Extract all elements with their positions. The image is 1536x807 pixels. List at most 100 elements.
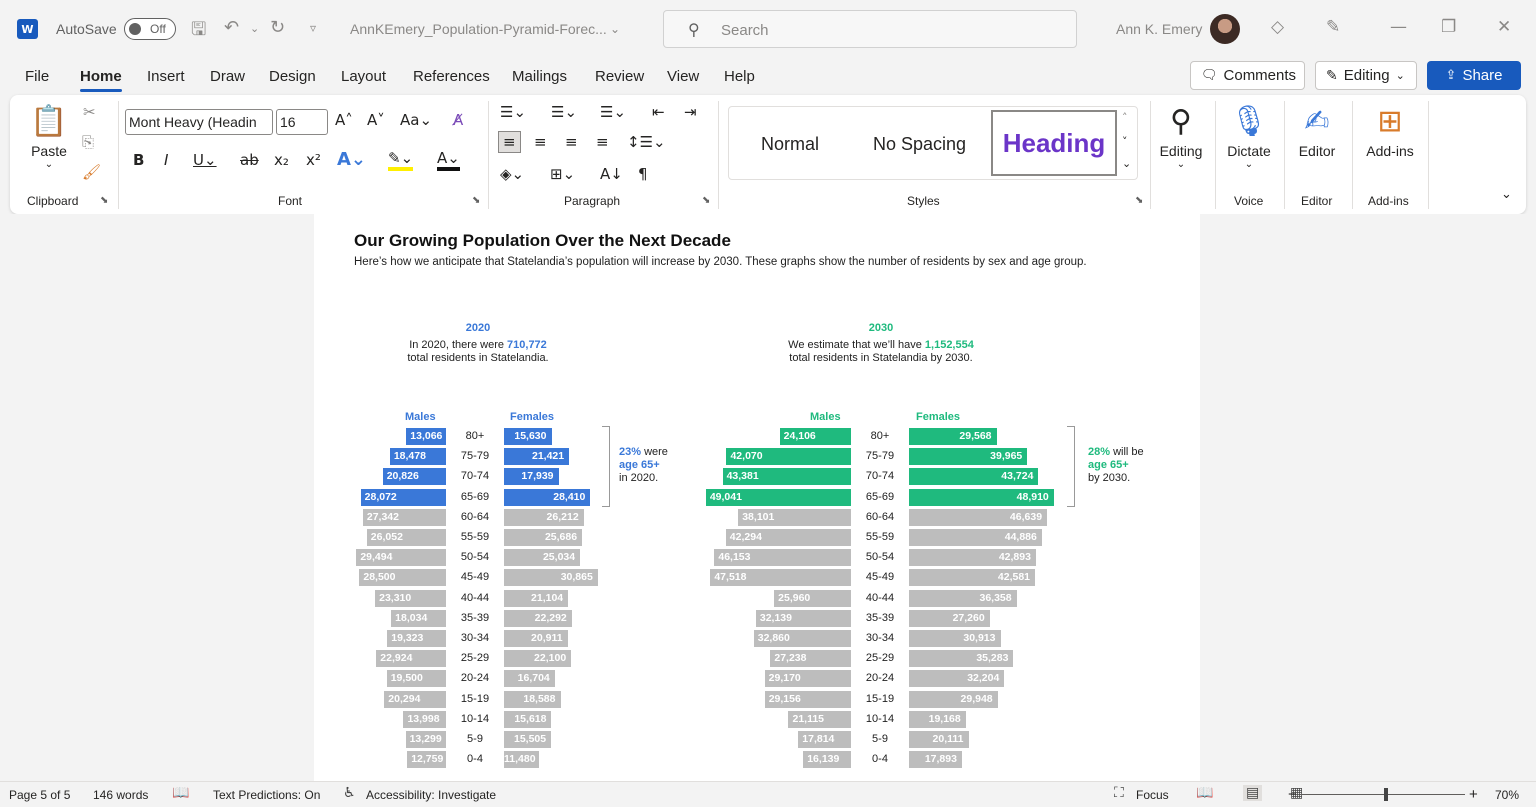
customize-toolbar-icon[interactable]: ▿ bbox=[310, 21, 316, 35]
align-right-icon[interactable]: ≡ bbox=[565, 133, 578, 151]
tab-draw[interactable]: Draw bbox=[210, 68, 245, 85]
underline-icon[interactable]: U⌄ bbox=[193, 151, 217, 169]
ribbon: 📋 Paste ⌄ ✂ ⎘ 🖌 Clipboard ⬊ Mont Heavy (… bbox=[10, 95, 1526, 214]
tab-design[interactable]: Design bbox=[269, 68, 316, 85]
zoom-slider-thumb[interactable] bbox=[1384, 788, 1388, 801]
text-effects-icon[interactable]: A⌄ bbox=[337, 149, 366, 170]
collapse-ribbon-icon[interactable]: ⌄ bbox=[1501, 187, 1512, 202]
clipboard-launcher-icon[interactable]: ⬊ bbox=[100, 195, 108, 206]
diamond-icon[interactable]: ◇ bbox=[1271, 17, 1284, 37]
styles-launcher-icon[interactable]: ⬊ bbox=[1135, 195, 1143, 206]
clear-formatting-icon[interactable]: A̸ bbox=[453, 111, 463, 129]
avatar[interactable] bbox=[1210, 14, 1240, 44]
print-layout-icon[interactable]: ▤ bbox=[1243, 785, 1263, 801]
align-center-icon[interactable]: ≡ bbox=[534, 133, 547, 151]
accessibility-status[interactable]: Accessibility: Investigate bbox=[366, 788, 496, 802]
read-mode-icon[interactable]: 📖 bbox=[1196, 785, 1213, 801]
undo-dropdown-icon[interactable]: ⌄ bbox=[250, 22, 259, 35]
justify-icon[interactable]: ≡ bbox=[596, 133, 609, 151]
editor-button[interactable]: ✍ Editor bbox=[1292, 101, 1342, 159]
comment-icon: 🗨 bbox=[1201, 68, 1218, 83]
bold-icon[interactable]: B bbox=[133, 151, 144, 169]
multilevel-list-icon[interactable]: ☰⌄ bbox=[600, 103, 626, 121]
group-addins: Add-ins bbox=[1368, 194, 1409, 208]
share-button[interactable]: ⇪ Share bbox=[1427, 61, 1521, 90]
tab-home[interactable]: Home bbox=[80, 68, 122, 92]
decrease-indent-icon[interactable]: ⇤ bbox=[652, 103, 665, 121]
pen-icon[interactable]: ✎ bbox=[1326, 17, 1340, 37]
increase-indent-icon[interactable]: ⇥ bbox=[684, 103, 697, 121]
cut-icon[interactable]: ✂ bbox=[83, 103, 96, 121]
style-heading[interactable]: Heading bbox=[991, 110, 1117, 176]
paragraph-launcher-icon[interactable]: ⬊ bbox=[702, 195, 710, 206]
subscript-icon[interactable]: x₂ bbox=[274, 151, 289, 169]
shading-icon[interactable]: ◈⌄ bbox=[500, 165, 524, 183]
align-left-icon[interactable]: ≡ bbox=[498, 131, 521, 153]
shrink-font-icon[interactable]: A˅ bbox=[367, 111, 385, 129]
minimize-icon[interactable]: — bbox=[1390, 17, 1407, 37]
proofing-book-icon[interactable]: 📖 bbox=[172, 785, 189, 801]
text-predictions[interactable]: Text Predictions: On bbox=[213, 788, 320, 802]
style-no-spacing[interactable]: No Spacing bbox=[873, 134, 966, 155]
undo-icon[interactable]: ↶ bbox=[224, 17, 239, 38]
user-name[interactable]: Ann K. Emery bbox=[1116, 21, 1202, 37]
male-bar-2030: 17,814 bbox=[798, 731, 851, 748]
zoom-out-icon[interactable]: − bbox=[1288, 786, 1297, 803]
zoom-level[interactable]: 70% bbox=[1495, 788, 1519, 802]
borders-icon[interactable]: ⊞⌄ bbox=[550, 165, 575, 183]
redo-icon[interactable]: ↻ bbox=[270, 17, 285, 38]
comments-button[interactable]: 🗨 Comments bbox=[1190, 61, 1305, 90]
tab-layout[interactable]: Layout bbox=[341, 68, 386, 85]
gallery-up-icon[interactable]: ˄ bbox=[1122, 111, 1128, 124]
bullets-icon[interactable]: ☰⌄ bbox=[500, 103, 526, 121]
paste-button[interactable]: 📋 Paste ⌄ bbox=[26, 101, 72, 170]
style-normal[interactable]: Normal bbox=[761, 134, 819, 155]
female-bar-2030: 42,581 bbox=[909, 569, 1036, 587]
title-chevron-icon[interactable]: ⌄ bbox=[610, 22, 620, 36]
page-count[interactable]: Page 5 of 5 bbox=[9, 788, 70, 802]
close-icon[interactable]: ✕ bbox=[1497, 17, 1511, 37]
tab-review[interactable]: Review bbox=[595, 68, 644, 85]
tab-references[interactable]: References bbox=[413, 68, 490, 85]
font-size-select[interactable]: 16 bbox=[276, 109, 328, 135]
copy-icon[interactable]: ⎘ bbox=[82, 133, 94, 151]
focus-label[interactable]: Focus bbox=[1136, 788, 1169, 802]
font-name-select[interactable]: Mont Heavy (Headin bbox=[125, 109, 273, 135]
zoom-slider[interactable] bbox=[1300, 794, 1465, 795]
focus-icon[interactable]: ⛶ bbox=[1114, 785, 1124, 801]
highlight-icon[interactable]: ✎⌄ bbox=[388, 149, 414, 171]
line-spacing-icon[interactable]: ↕☰⌄ bbox=[627, 133, 666, 151]
italic-icon[interactable]: I bbox=[164, 151, 168, 169]
save-icon[interactable]: 🖫 bbox=[191, 17, 206, 47]
tab-view[interactable]: View bbox=[667, 68, 699, 85]
male-bar-2020: 26,052 bbox=[366, 529, 446, 546]
zoom-in-icon[interactable]: + bbox=[1469, 786, 1478, 803]
editing-mode-button[interactable]: ✎ Editing ⌄ bbox=[1315, 61, 1417, 90]
autosave-toggle[interactable]: Off bbox=[124, 18, 176, 40]
font-launcher-icon[interactable]: ⬊ bbox=[472, 195, 480, 206]
sort-icon[interactable]: A↓ bbox=[600, 165, 623, 183]
show-marks-icon[interactable]: ¶ bbox=[638, 165, 648, 183]
format-painter-icon[interactable]: 🖌 bbox=[82, 163, 101, 181]
tab-mailings[interactable]: Mailings bbox=[512, 68, 567, 85]
tab-help[interactable]: Help bbox=[724, 68, 755, 85]
numbering-icon[interactable]: ☰⌄ bbox=[551, 103, 577, 121]
dictate-button[interactable]: 🎙 Dictate ⌄ bbox=[1222, 101, 1276, 170]
editing-button[interactable]: ⚲ Editing ⌄ bbox=[1156, 101, 1206, 170]
accessibility-icon[interactable]: ♿ bbox=[343, 785, 356, 801]
gallery-down-icon[interactable]: ˅ bbox=[1122, 135, 1128, 148]
addins-button[interactable]: ⊞ Add-ins bbox=[1360, 101, 1420, 159]
grow-font-icon[interactable]: A˄ bbox=[335, 111, 353, 129]
word-count[interactable]: 146 words bbox=[93, 788, 148, 802]
document-title[interactable]: AnnKEmery_Population-Pyramid-Forec... bbox=[350, 21, 607, 37]
document-page[interactable]: Our Growing Population Over the Next Dec… bbox=[314, 214, 1200, 781]
tab-insert[interactable]: Insert bbox=[147, 68, 185, 85]
font-color-icon[interactable]: A⌄ bbox=[437, 149, 460, 171]
superscript-icon[interactable]: x² bbox=[306, 151, 321, 169]
change-case-icon[interactable]: Aa⌄ bbox=[400, 111, 432, 129]
tab-file[interactable]: File bbox=[25, 68, 49, 85]
gallery-more-icon[interactable]: ⌄ bbox=[1122, 157, 1131, 170]
strikethrough-icon[interactable]: ab bbox=[240, 151, 259, 169]
restore-icon[interactable]: ❐ bbox=[1441, 17, 1456, 37]
search-box[interactable]: ⚲ Search bbox=[663, 10, 1077, 48]
